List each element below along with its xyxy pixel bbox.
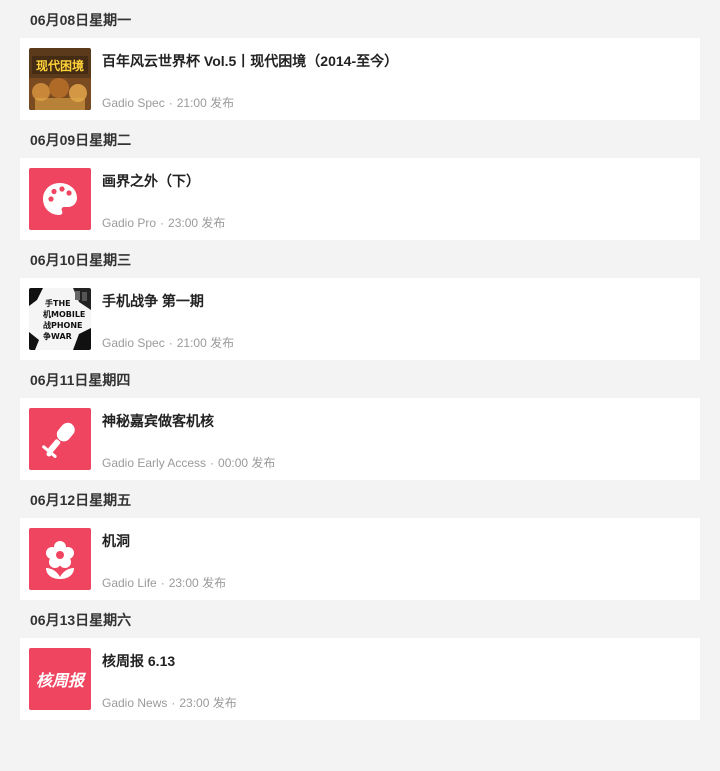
publish-time: 23:00 发布 [168,576,227,590]
episode-meta: Gadio Spec · 21:00 发布 [102,94,234,111]
podcast-card[interactable]: 手THE 机MOBILE 战PHONE 争WAR 手机战争 第一期 Gadio … [20,278,700,360]
separator: · [168,96,173,110]
episode-title[interactable]: 核周报 6.13 [102,651,175,671]
publish-time: 00:00 发布 [218,456,276,470]
cover-text: 核周报 [36,671,86,690]
episode-meta: Gadio Pro · 23:00 发布 [102,214,225,231]
day-header: 06月13日星期六 [30,612,132,628]
publish-time: 23:00 发布 [179,696,237,710]
day-header: 06月10日星期三 [30,252,132,268]
separator: · [171,696,176,710]
cover-text: 现代困境 [36,58,84,73]
publish-time: 21:00 发布 [176,336,235,350]
separator: · [160,216,165,230]
podcast-card[interactable]: 机洞 Gadio Life · 23:00 发布 [20,518,700,600]
episode-title[interactable]: 手机战争 第一期 [102,291,204,311]
cover-text: 战PHONE [43,320,83,330]
episode-meta: Gadio Life · 23:00 发布 [102,574,226,591]
channel-name: Gadio Pro [102,216,157,230]
separator: · [210,456,215,470]
cover-text: 机MOBILE [43,309,85,319]
podcast-card[interactable]: 现代困境 百年风云世界杯 Vol.5丨现代困境（2014-至今） Gadio S… [20,38,700,120]
hezhoubao-logo[interactable]: 核周报 [29,648,91,710]
flower-icon[interactable] [29,528,91,590]
episode-meta: Gadio Early Access · 00:00 发布 [102,454,275,471]
day-header: 06月12日星期五 [30,492,132,508]
publish-time: 23:00 发布 [168,216,226,230]
separator: · [168,336,173,350]
episode-title[interactable]: 机洞 [102,531,130,551]
podcast-card[interactable]: 神秘嘉宾做客机核 Gadio Early Access · 00:00 发布 [20,398,700,480]
channel-name: Gadio Spec [102,336,165,350]
separator: · [160,576,165,590]
channel-name: Gadio Early Access [102,456,207,470]
episode-title[interactable]: 神秘嘉宾做客机核 [102,411,214,431]
phone-war-cover-image[interactable]: 手THE 机MOBILE 战PHONE 争WAR [29,288,91,350]
microphone-icon[interactable] [29,408,91,470]
channel-name: Gadio Life [102,576,157,590]
day-header: 06月09日星期二 [30,132,132,148]
cover-text: 争WAR [43,331,72,341]
episode-meta: Gadio News · 23:00 发布 [102,694,237,711]
day-header: 06月08日星期一 [30,12,132,28]
episode-title[interactable]: 百年风云世界杯 Vol.5丨现代困境（2014-至今） [102,51,398,71]
episode-meta: Gadio Spec · 21:00 发布 [102,334,234,351]
podcast-card[interactable]: 画界之外（下） Gadio Pro · 23:00 发布 [20,158,700,240]
schedule-list: 06月08日星期一 现代困境 百年风云世界杯 Vol.5丨现代困境（2014-至… [0,0,720,720]
cover-text: 手THE [45,298,71,308]
podcast-card[interactable]: 核周报 核周报 6.13 Gadio News · 23:00 发布 [20,638,700,720]
world-cup-cover-image[interactable]: 现代困境 [29,48,91,110]
day-header: 06月11日星期四 [30,372,131,388]
channel-name: Gadio News [102,696,168,710]
publish-time: 21:00 发布 [176,96,235,110]
palette-icon[interactable] [29,168,91,230]
channel-name: Gadio Spec [102,96,165,110]
episode-title[interactable]: 画界之外（下） [102,171,200,191]
